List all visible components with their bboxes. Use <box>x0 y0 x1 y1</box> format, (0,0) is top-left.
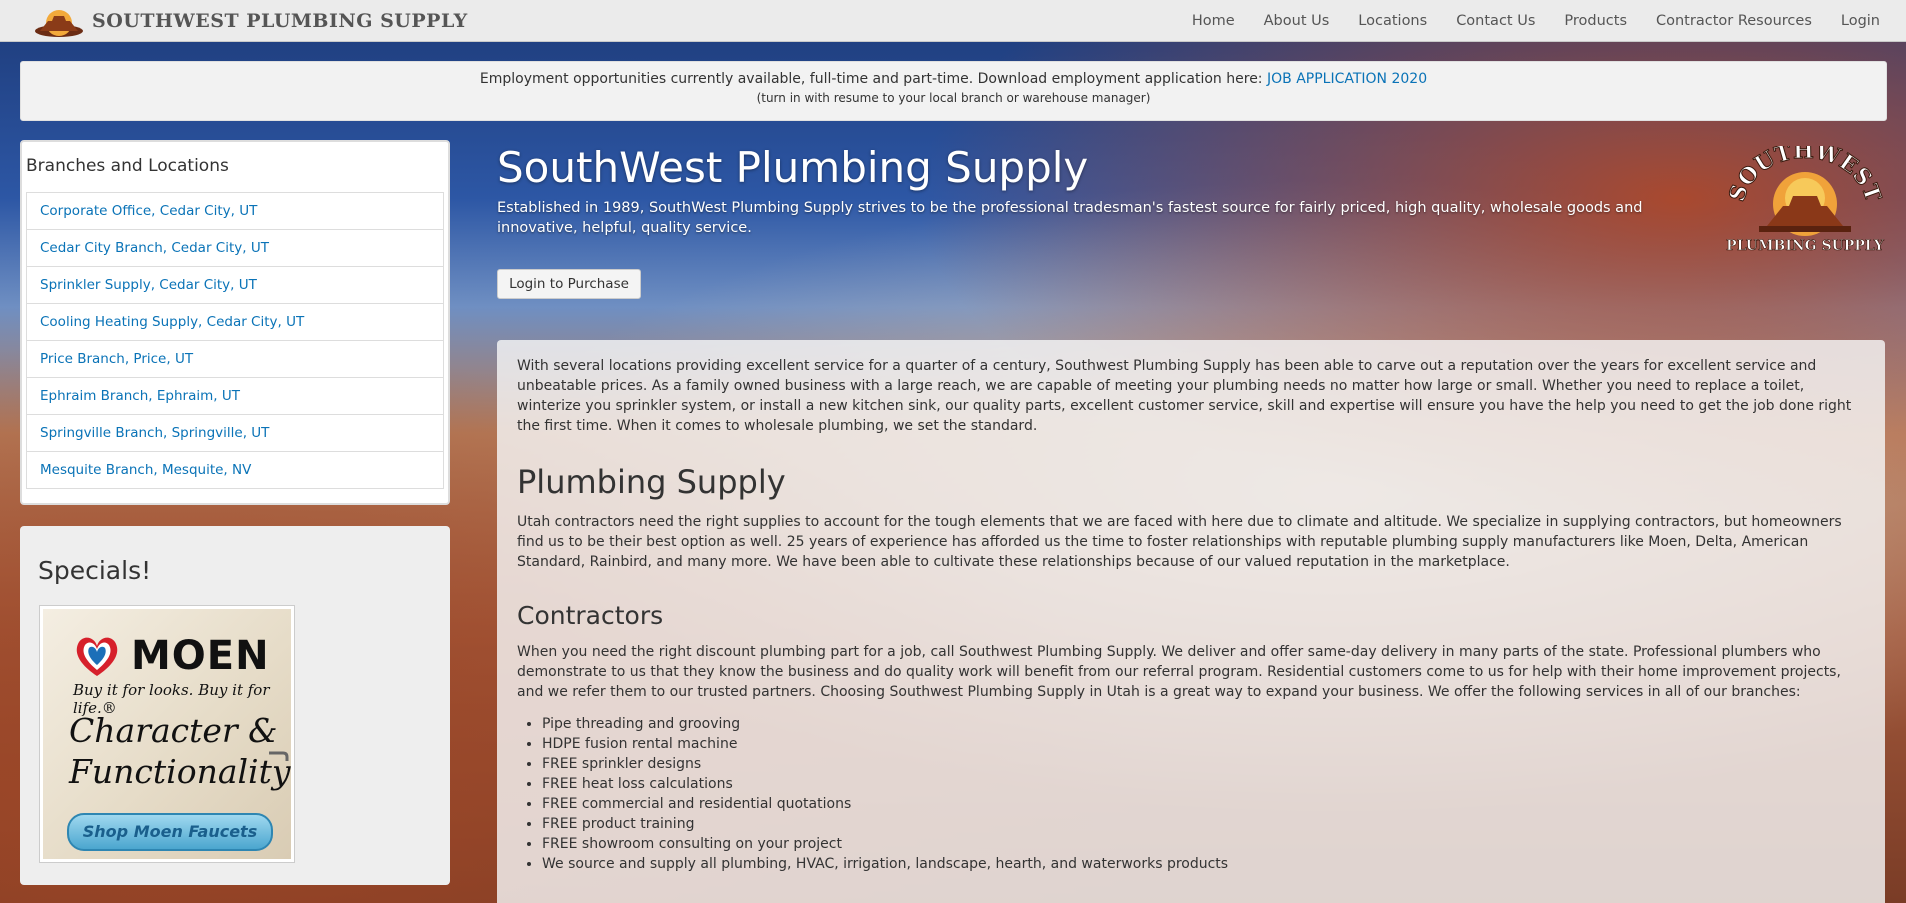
nav-login[interactable]: Login <box>1841 13 1880 29</box>
main-content-panel: With several locations providing excelle… <box>497 340 1885 903</box>
branch-link-price[interactable]: Price Branch, Price, UT <box>27 341 443 378</box>
nav-about-us[interactable]: About Us <box>1264 13 1330 29</box>
moen-logo: MOEN <box>69 633 270 679</box>
list-item: FREE heat loss calculations <box>542 774 1867 794</box>
shop-moen-faucets-button[interactable]: Shop Moen Faucets <box>67 813 273 851</box>
services-list: Pipe threading and grooving HDPE fusion … <box>517 714 1867 874</box>
specials-panel: Specials! MOEN Buy it for looks. Buy it … <box>20 526 450 885</box>
top-navbar: SOUTHWEST PLUMBING SUPPLY Home About Us … <box>0 0 1906 42</box>
moen-logo-icon <box>76 637 118 676</box>
list-item: FREE showroom consulting on your project <box>542 834 1867 854</box>
nav-locations[interactable]: Locations <box>1358 13 1427 29</box>
plumbing-supply-heading: Plumbing Supply <box>517 463 786 501</box>
plumbing-supply-paragraph: Utah contractors need the right supplies… <box>517 514 1842 570</box>
faucet-icon <box>269 751 289 761</box>
list-item: HDPE fusion rental machine <box>542 734 1867 754</box>
list-item: FREE product training <box>542 814 1867 834</box>
mesa-sunset-logo-icon <box>35 10 83 37</box>
employment-text: Employment opportunities currently avail… <box>479 71 1267 87</box>
nav-home[interactable]: Home <box>1192 13 1235 29</box>
ad-headline-line2: Functionality <box>69 752 291 791</box>
branch-link-sprinkler-supply[interactable]: Sprinkler Supply, Cedar City, UT <box>27 267 443 304</box>
branch-link-mesquite[interactable]: Mesquite Branch, Mesquite, NV <box>27 452 443 488</box>
list-item: We source and supply all plumbing, HVAC,… <box>542 854 1867 874</box>
branch-link-cedar-city[interactable]: Cedar City Branch, Cedar City, UT <box>27 230 443 267</box>
branch-link-springville[interactable]: Springville Branch, Springville, UT <box>27 415 443 452</box>
ad-headline-line1: Character & <box>69 711 278 750</box>
intro-paragraph: With several locations providing excelle… <box>517 358 1852 434</box>
hero-title: SouthWest Plumbing Supply <box>497 143 1089 192</box>
employment-note: (turn in with resume to your local branc… <box>756 91 1151 105</box>
contractors-paragraph: When you need the right discount plumbin… <box>517 644 1841 700</box>
hero-description: Established in 1989, SouthWest Plumbing … <box>497 200 1643 236</box>
southwest-badge-logo: SOUTHWEST PLUMBING SUPPLY <box>1725 146 1885 254</box>
branches-title: Branches and Locations <box>26 156 229 176</box>
contractors-heading: Contractors <box>517 601 664 630</box>
list-item: FREE commercial and residential quotatio… <box>542 794 1867 814</box>
list-item: FREE sprinkler designs <box>542 754 1867 774</box>
moen-ad-banner[interactable]: MOEN Buy it for looks. Buy it for life.®… <box>39 605 295 863</box>
brand-name: SOUTHWEST PLUMBING SUPPLY <box>92 10 468 32</box>
main-nav: Home About Us Locations Contact Us Produ… <box>1163 0 1880 41</box>
moen-ad-content: MOEN Buy it for looks. Buy it for life.®… <box>43 609 291 859</box>
job-application-link[interactable]: JOB APPLICATION 2020 <box>1267 71 1427 87</box>
branch-link-corporate-office[interactable]: Corporate Office, Cedar City, UT <box>27 193 443 230</box>
brand-link[interactable]: SOUTHWEST PLUMBING SUPPLY <box>34 4 468 38</box>
branch-list: Corporate Office, Cedar City, UT Cedar C… <box>26 192 444 489</box>
specials-title: Specials! <box>38 556 152 585</box>
login-to-purchase-button[interactable]: Login to Purchase <box>497 269 641 299</box>
employment-banner: Employment opportunities currently avail… <box>20 61 1887 121</box>
list-item: Pipe threading and grooving <box>542 714 1867 734</box>
moen-wordmark: MOEN <box>131 633 270 679</box>
badge-bottom-text: PLUMBING SUPPLY <box>1726 238 1885 254</box>
nav-contact-us[interactable]: Contact Us <box>1456 13 1535 29</box>
branch-link-cooling-heating[interactable]: Cooling Heating Supply, Cedar City, UT <box>27 304 443 341</box>
employment-message: Employment opportunities currently avail… <box>21 71 1886 87</box>
nav-contractor-resources[interactable]: Contractor Resources <box>1656 13 1812 29</box>
nav-products[interactable]: Products <box>1564 13 1627 29</box>
branches-panel: Branches and Locations Corporate Office,… <box>20 140 450 505</box>
branch-link-ephraim[interactable]: Ephraim Branch, Ephraim, UT <box>27 378 443 415</box>
